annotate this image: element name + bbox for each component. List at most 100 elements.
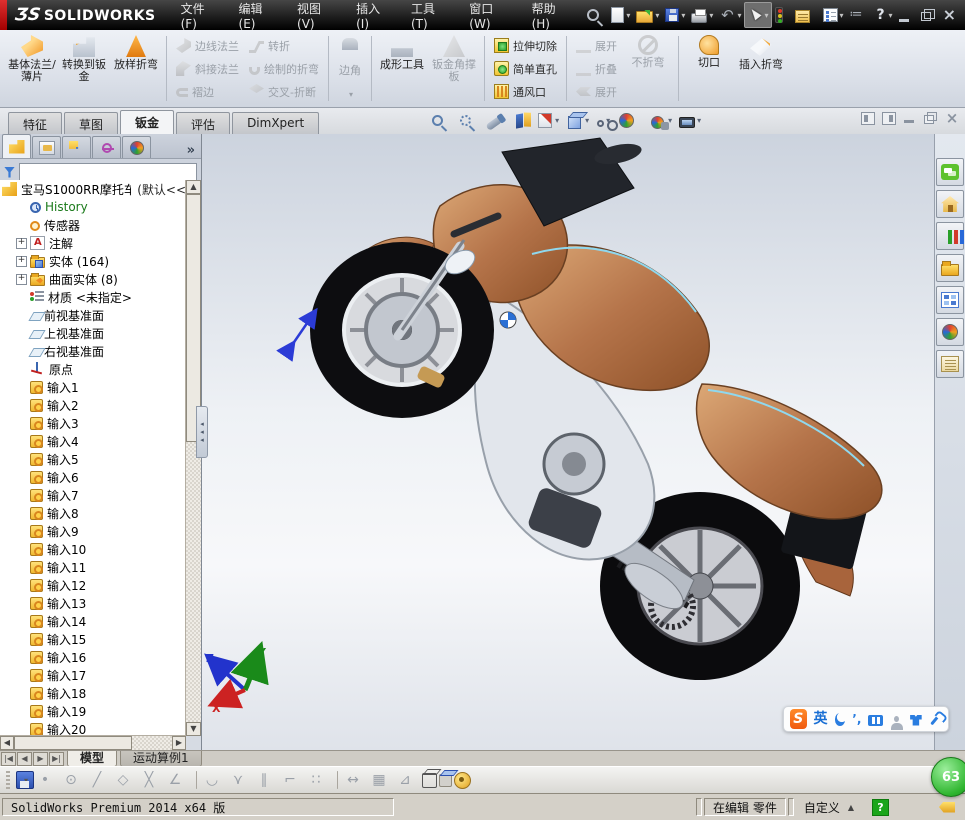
ribbon-button[interactable]: 放样折弯 [110, 32, 162, 74]
tree-item[interactable]: + History [0, 198, 186, 216]
window-close-icon[interactable]: × ▾ [940, 3, 965, 27]
window-minimize-icon[interactable]: ▾ [896, 3, 918, 27]
command-tab[interactable]: 特征 [8, 112, 62, 134]
new-document-icon[interactable]: ▾ [608, 3, 633, 27]
ribbon-button[interactable]: 切口 [683, 32, 735, 72]
ribbon-small-button[interactable]: 绘制的折弯 [244, 57, 324, 80]
view-palette-icon[interactable] [936, 286, 964, 314]
previous-view-icon[interactable]: ▾ [484, 113, 510, 128]
command-tab[interactable]: DimXpert [232, 112, 319, 134]
center-snap-icon[interactable]: ⊙ ▾ [62, 769, 86, 791]
scroll-up-button[interactable]: ▲ [186, 180, 201, 194]
tree-item[interactable]: + 实体 (164) [0, 252, 186, 270]
midpoint-snap-icon[interactable]: ◇ ▾ [114, 769, 138, 791]
tree-root-item[interactable]: 宝马S1000RR摩托车 (默认<< [0, 180, 186, 198]
ribbon-small-button[interactable]: 展开 [571, 34, 622, 57]
tree-item[interactable]: + 输入16 [0, 648, 186, 666]
ribbon-button[interactable]: 基体法兰/薄片 [6, 32, 58, 86]
first-tab-button[interactable]: |◀ [1, 752, 16, 766]
scroll-down-button[interactable]: ▼ [186, 722, 201, 736]
configurationmanager-tab-icon[interactable] [62, 136, 91, 158]
tree-item[interactable]: + 输入19 [0, 702, 186, 720]
quick-tips-help-icon[interactable]: ? [872, 799, 889, 816]
tree-item[interactable]: + 上视基准面 [0, 324, 186, 342]
panel-splitter-handle[interactable]: ◂◂◂ [196, 406, 208, 458]
scroll-thumb[interactable] [186, 194, 201, 442]
tree-item[interactable]: + 输入4 [0, 432, 186, 450]
divider[interactable]: ▾ [196, 771, 197, 789]
save-icon[interactable]: ▾ [662, 3, 688, 27]
point-snap-icon[interactable]: • ▾ [36, 769, 60, 791]
tree-item[interactable]: + 输入13 [0, 594, 186, 612]
custom-properties-icon[interactable] [936, 350, 964, 378]
ribbon-small-button[interactable]: 边线法兰 [171, 34, 244, 57]
angle-icon[interactable]: ⊿ ▾ [396, 769, 420, 791]
tree-item[interactable]: + 原点 [0, 360, 186, 378]
ribbon-small-button[interactable]: 斜接法兰 [171, 57, 244, 80]
tree-item[interactable]: + 输入15 [0, 630, 186, 648]
search-icon[interactable]: ▾ [584, 3, 608, 27]
tree-item[interactable]: + 输入3 [0, 414, 186, 432]
measure-icon[interactable]: ▾ [454, 772, 471, 789]
dimension-icon[interactable]: ↔ ▾ [344, 769, 368, 791]
sketch-points-icon[interactable]: ∷ ▾ [307, 769, 331, 791]
toolbar-grip[interactable] [6, 771, 10, 789]
tree-vertical-scrollbar[interactable]: ▲ ▼ [185, 180, 201, 736]
tree-item[interactable]: + 前视基准面 [0, 306, 186, 324]
dimxpertmanager-tab-icon[interactable] [92, 136, 121, 158]
section-view-icon[interactable]: ▾ [513, 111, 532, 131]
undo-icon[interactable]: ↶ ▾ [716, 3, 744, 27]
hide-show-items-icon[interactable]: ▾ [594, 113, 612, 128]
tree-item[interactable]: + 输入18 [0, 684, 186, 702]
ime-skin-icon[interactable] [910, 715, 922, 726]
featuremanager-tab-icon[interactable] [2, 134, 31, 158]
help-icon[interactable]: ? ▾ [872, 3, 896, 27]
last-tab-button[interactable]: ▶| [49, 752, 64, 766]
ime-soft-keyboard-icon[interactable] [868, 715, 883, 726]
menu-item[interactable]: 工具(T) [400, 0, 458, 30]
customize-status-button[interactable]: 自定义 ▲ [796, 798, 862, 816]
notification-badge[interactable]: 63 [931, 757, 965, 797]
doc-minimize-icon[interactable] [903, 112, 917, 125]
ribbon-button[interactable]: 不折弯 [622, 32, 674, 72]
save-button[interactable]: ▾ [16, 771, 34, 789]
scroll-thumb[interactable] [14, 736, 132, 750]
corner-dropdown-button[interactable]: 边角 ▾ [333, 32, 367, 105]
next-tab-button[interactable]: ▶ [33, 752, 48, 766]
ime-punctuation-icon[interactable]: ’, [852, 712, 861, 726]
collapse-left-pane-icon[interactable] [861, 112, 875, 125]
tree-item[interactable]: + 输入8 [0, 504, 186, 522]
command-tab[interactable]: 草图 [64, 112, 118, 134]
ribbon-button[interactable]: 转换到钣金 [58, 32, 110, 86]
command-tab[interactable]: 评估 [176, 112, 230, 134]
doc-restore-icon[interactable] [924, 112, 938, 125]
options-icon[interactable]: ▾ [820, 3, 847, 27]
task-list-icon[interactable]: ≔ ▾ [847, 3, 872, 27]
propertymanager-tab-icon[interactable] [32, 136, 61, 158]
menu-item[interactable]: 文件(F) [170, 0, 228, 30]
menu-item[interactable]: 编辑(E) [228, 0, 287, 30]
command-tab[interactable]: 钣金 [120, 110, 174, 134]
tree-item[interactable]: + 输入11 [0, 558, 186, 576]
menu-item[interactable]: 窗口(W) [458, 0, 520, 30]
grid-snap-icon[interactable]: ▦ ▾ [370, 769, 394, 791]
zoom-fit-icon[interactable]: ▾ [428, 112, 453, 129]
tree-item[interactable]: + 传感器 [0, 216, 186, 234]
ribbon-button[interactable]: 成形工具 [376, 32, 428, 74]
wireframe-display-icon[interactable]: ▾ [422, 773, 437, 788]
apply-scene-icon[interactable]: ▾ [647, 112, 674, 130]
zoom-area-icon[interactable]: ▾ [456, 112, 481, 129]
edit-appearance-icon[interactable]: ▾ [615, 110, 644, 131]
previous-tab-button[interactable]: ◀ [17, 752, 32, 766]
ime-toolbox-icon[interactable] [930, 713, 941, 725]
intersection-snap-icon[interactable]: ╳ ▾ [140, 769, 164, 791]
file-properties-icon[interactable]: ▾ [792, 3, 819, 27]
sheet-tab[interactable]: 模型 [67, 751, 117, 767]
view-settings-icon[interactable]: ▾ [677, 112, 703, 129]
perpendicular-snap-icon[interactable]: ⋎ ▾ [229, 769, 253, 791]
sheet-tab[interactable]: 运动算例1 [120, 751, 202, 767]
solidworks-forum-icon[interactable] [936, 158, 964, 186]
ribbon-small-button[interactable]: 折叠 [571, 57, 622, 80]
appearances-scenes-icon[interactable] [936, 318, 964, 346]
tree-filter-input[interactable] [19, 163, 197, 181]
